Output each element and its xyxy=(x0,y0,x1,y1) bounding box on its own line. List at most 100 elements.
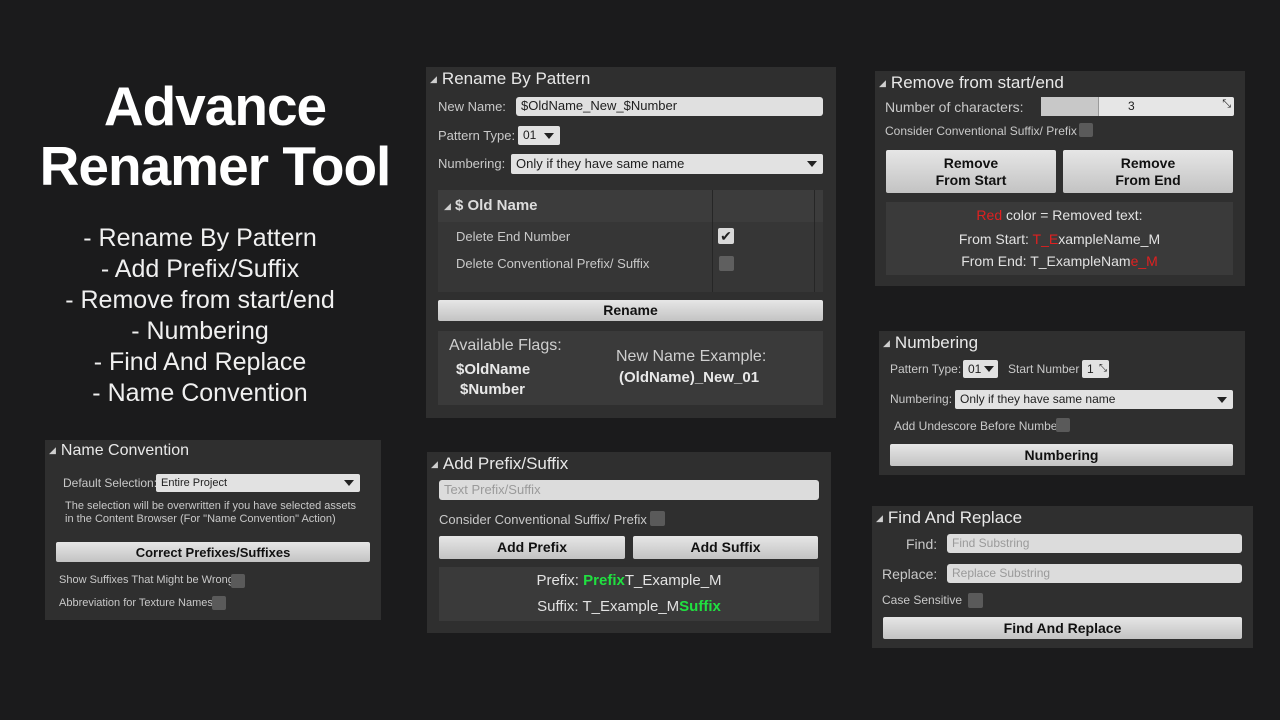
chevron-down-icon xyxy=(544,132,554,139)
check-icon: ✔ xyxy=(720,228,732,244)
numbering-label: Numbering: xyxy=(438,156,506,171)
new-name-input[interactable]: $OldName_New_$Number xyxy=(516,97,823,116)
consider-conventional-label: Consider Conventional Suffix/ Prefix xyxy=(439,512,647,527)
num-chars-value: 3 xyxy=(1128,99,1135,113)
find-and-replace-button[interactable]: Find And Replace xyxy=(883,617,1242,639)
add-suffix-button[interactable]: Add Suffix xyxy=(633,536,818,559)
panel-title[interactable]: ◢ Rename By Pattern xyxy=(430,69,590,89)
add-prefix-button[interactable]: Add Prefix xyxy=(439,536,625,559)
hero-title: Advance Renamer Tool xyxy=(15,76,415,196)
delete-conventional-checkbox[interactable] xyxy=(719,256,734,271)
default-selection-label: Default Selection: xyxy=(63,476,158,490)
remove-from-end-button[interactable]: Remove From End xyxy=(1063,150,1233,193)
chevron-down-icon xyxy=(344,480,354,486)
numbering-label: Numbering: xyxy=(890,392,953,406)
collapse-triangle-icon[interactable]: ◢ xyxy=(49,445,56,455)
delete-end-number-label: Delete End Number xyxy=(456,229,571,244)
slider-fill xyxy=(1041,97,1099,116)
example-label: New Name Example: xyxy=(616,348,767,365)
from-start-example: From Start: T_ExampleName_M xyxy=(958,231,1161,247)
prefix-example: Prefix: PrefixT_Example_M xyxy=(536,572,722,589)
consider-conventional-label: Consider Conventional Suffix/ Prefix xyxy=(885,124,1077,138)
old-name-header[interactable]: ◢ $ Old Name xyxy=(438,190,823,222)
rename-by-pattern-panel: ◢ Rename By Pattern New Name: $OldName_Ne… xyxy=(426,67,836,418)
pattern-type-label: Pattern Type: xyxy=(438,128,516,143)
add-underscore-label: Add Undescore Before Number xyxy=(894,419,1062,433)
replace-label: Replace: xyxy=(882,566,938,582)
feature-list: - Rename By Pattern - Add Prefix/Suffix … xyxy=(0,223,400,409)
num-chars-slider[interactable]: 3 ⤡ xyxy=(1041,97,1234,116)
prefix-suffix-example: Prefix: PrefixT_Example_M Suffix: T_Exam… xyxy=(439,567,819,621)
from-end-example: From End: T_ExampleName_M xyxy=(961,253,1158,269)
suffix-example: Suffix: T_Example_MSuffix xyxy=(537,598,721,615)
feature-item: - Add Prefix/Suffix xyxy=(100,255,300,283)
show-suffixes-label: Show Suffixes That Might be Wrong xyxy=(59,574,234,586)
hero-title-line2: Renamer Tool xyxy=(39,135,392,197)
remove-from-start-button[interactable]: Remove From Start xyxy=(886,150,1056,193)
flag-oldname: $OldName xyxy=(456,361,531,378)
resize-arrows-icon: ⤡ xyxy=(1222,98,1231,110)
prefix-suffix-input[interactable]: Text Prefix/Suffix xyxy=(439,480,819,500)
new-name-label: New Name: xyxy=(438,99,506,114)
case-sensitive-checkbox[interactable] xyxy=(968,593,983,608)
feature-item: - Remove from start/end xyxy=(65,286,335,314)
consider-conventional-checkbox[interactable] xyxy=(1079,123,1093,137)
abbreviation-checkbox[interactable] xyxy=(212,596,226,610)
correct-prefixes-button[interactable]: Correct Prefixes/Suffixes xyxy=(56,542,370,562)
feature-item: - Find And Replace xyxy=(93,348,307,376)
add-underscore-checkbox[interactable] xyxy=(1056,418,1070,432)
case-sensitive-label: Case Sensitive xyxy=(882,593,963,607)
rename-button[interactable]: Rename xyxy=(438,300,823,321)
panel-title[interactable]: ◢ Remove from start/end xyxy=(879,73,1064,93)
delete-end-number-checkbox[interactable]: ✔ xyxy=(718,228,734,244)
available-flags-label: Available Flags: xyxy=(449,337,562,354)
pattern-type-dropdown[interactable]: 01 xyxy=(963,360,998,378)
find-label: Find: xyxy=(906,536,938,552)
name-convention-panel: ◢ Name Convention Default Selection: Enti… xyxy=(45,440,381,620)
numbering-dropdown[interactable]: Only if they have same name xyxy=(511,154,823,174)
num-chars-label: Number of characters: xyxy=(885,99,1024,115)
numbering-button[interactable]: Numbering xyxy=(890,444,1233,466)
prefix-suffix-panel: ◢ Add Prefix/Suffix Text Prefix/Suffix Co… xyxy=(427,452,831,633)
column-divider xyxy=(712,190,713,292)
panel-title[interactable]: ◢ Name Convention xyxy=(49,442,189,460)
chevron-down-icon xyxy=(1217,396,1227,403)
collapse-triangle-icon[interactable]: ◢ xyxy=(430,74,437,84)
replace-input[interactable]: Replace Substring xyxy=(947,564,1242,583)
remove-panel: ◢ Remove from start/end Number of charact… xyxy=(875,71,1245,286)
legend-line: Red color = Removed text: xyxy=(976,207,1143,223)
default-selection-dropdown[interactable]: Entire Project xyxy=(156,474,360,492)
feature-item: - Numbering xyxy=(131,317,269,345)
panel-title[interactable]: ◢ Numbering xyxy=(883,333,978,353)
show-suffixes-checkbox[interactable] xyxy=(231,574,245,588)
feature-item: - Rename By Pattern xyxy=(83,224,317,252)
consider-conventional-checkbox[interactable] xyxy=(650,511,665,526)
panel-title[interactable]: ◢ Add Prefix/Suffix xyxy=(431,454,568,474)
flag-number: $Number xyxy=(460,381,526,398)
find-input[interactable]: Find Substring xyxy=(947,534,1242,553)
pattern-type-dropdown[interactable]: 01 xyxy=(518,126,560,145)
start-number-input[interactable]: 1 ⤡ xyxy=(1082,360,1109,378)
panel-title[interactable]: ◢ Find And Replace xyxy=(876,508,1022,528)
numbering-panel: ◢ Numbering Pattern Type: 01 Start Number… xyxy=(879,331,1245,475)
numbering-dropdown[interactable]: Only if they have same name xyxy=(955,390,1233,409)
old-name-section: ◢ $ Old Name Delete End Number ✔ Delete … xyxy=(438,190,823,292)
collapse-triangle-icon[interactable]: ◢ xyxy=(431,459,438,469)
removed-text-info: Red color = Removed text: From Start: T_… xyxy=(886,202,1233,275)
collapse-triangle-icon[interactable]: ◢ xyxy=(883,338,890,348)
chevron-down-icon xyxy=(807,161,817,167)
example-value: (OldName)_New_01 xyxy=(619,369,760,386)
pattern-type-label: Pattern Type: xyxy=(890,362,962,376)
collapse-triangle-icon[interactable]: ◢ xyxy=(876,513,883,523)
resize-arrows-icon: ⤡ xyxy=(1099,363,1107,374)
feature-item: - Name Convention xyxy=(92,379,308,407)
abbreviation-label: Abbreviation for Texture Names xyxy=(59,597,213,609)
find-replace-panel: ◢ Find And Replace Find: Find Substring R… xyxy=(872,506,1253,648)
flags-info-box: Available Flags: $OldName $Number New Na… xyxy=(438,331,823,405)
collapse-triangle-icon: ◢ xyxy=(444,201,451,211)
hero-title-line1: Advance xyxy=(103,75,327,137)
start-number-label: Start Number xyxy=(1008,362,1080,376)
collapse-triangle-icon[interactable]: ◢ xyxy=(879,78,886,88)
chevron-down-icon xyxy=(984,366,994,372)
delete-conventional-label: Delete Conventional Prefix/ Suffix xyxy=(456,256,650,271)
